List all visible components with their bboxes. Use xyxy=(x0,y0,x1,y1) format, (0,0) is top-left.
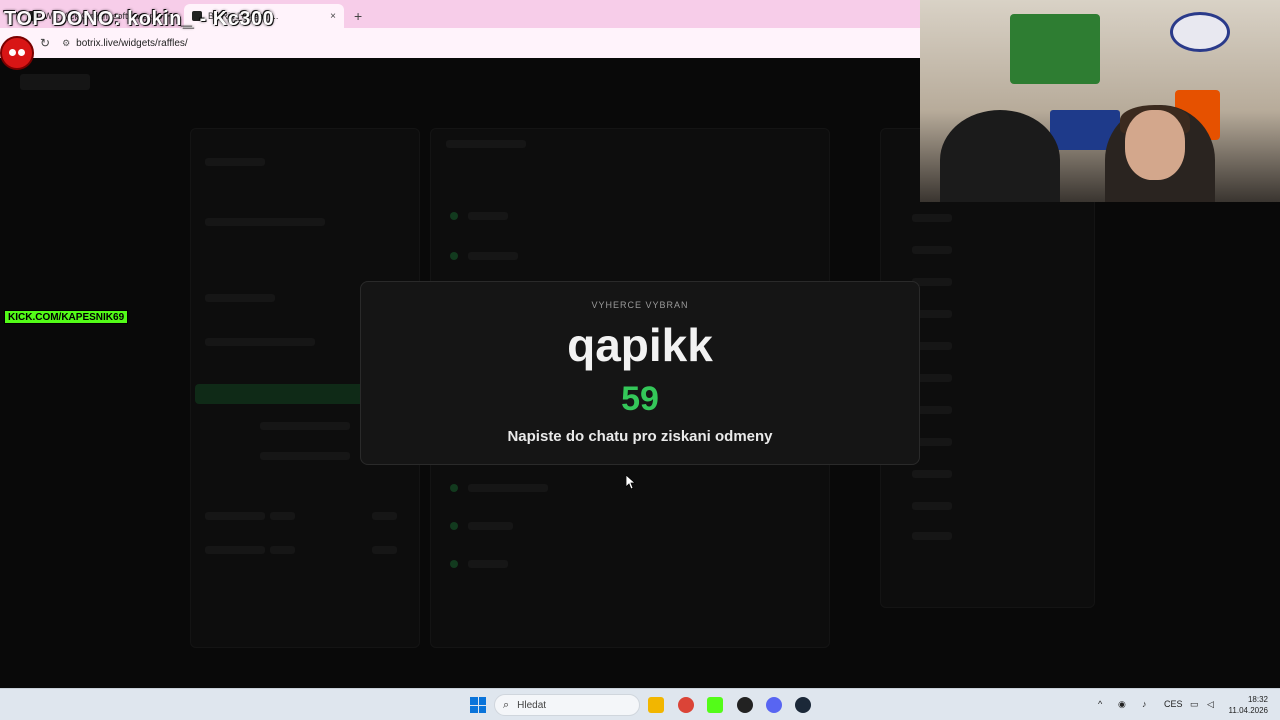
taskbar-clock[interactable]: 18:32 11.04.2026 xyxy=(1229,694,1268,716)
new-tab-button[interactable]: + xyxy=(354,4,362,28)
bg-dot xyxy=(450,560,458,568)
chrome-icon[interactable] xyxy=(678,697,694,713)
bg-row xyxy=(205,546,265,554)
start-raffle-button xyxy=(195,384,365,404)
bg-row xyxy=(372,512,397,520)
webcam-person xyxy=(940,110,1060,202)
bg-row xyxy=(205,338,315,346)
webcam-shelf xyxy=(1010,14,1100,84)
tray-chevron-icon[interactable]: ^ xyxy=(1098,699,1102,709)
bg-row xyxy=(912,532,952,540)
start-menu-icon[interactable] xyxy=(470,697,486,713)
windows-taskbar: ⌕ Hledat ^ ◉ ♪ CES ▭ ◁ 18:32 11.04.2026 xyxy=(0,688,1280,720)
mouse-cursor-icon xyxy=(626,475,636,489)
tray-volume-icon[interactable]: ◁ xyxy=(1207,699,1214,710)
bg-dot xyxy=(450,252,458,260)
bg-row xyxy=(912,246,952,254)
tray-display-icon[interactable]: ▭ xyxy=(1190,699,1199,710)
search-placeholder: Hledat xyxy=(517,699,547,711)
kick-app-icon[interactable] xyxy=(707,697,723,713)
botrix-logo xyxy=(20,74,90,90)
language-indicator[interactable]: CES xyxy=(1164,699,1183,709)
bg-row xyxy=(468,212,508,220)
clock-time: 18:32 xyxy=(1247,695,1268,704)
bg-row xyxy=(205,218,325,226)
bg-row xyxy=(912,214,952,222)
webcam-feed xyxy=(920,0,1280,202)
webcam-basketball-hoop xyxy=(1170,12,1230,52)
kick-channel-label: KICK.COM/KAPESNIK69 xyxy=(4,310,129,324)
url-text[interactable]: botrix.live/widgets/raffles/ xyxy=(76,38,188,49)
webcam-person-head xyxy=(1125,110,1185,180)
clock-date: 11.04.2026 xyxy=(1228,706,1268,715)
search-icon: ⌕ xyxy=(503,698,510,711)
bg-row xyxy=(468,252,518,260)
discord-icon[interactable] xyxy=(766,697,782,713)
reload-icon[interactable]: ↻ xyxy=(40,36,50,50)
address-bar: ↻ ⚙ botrix.live/widgets/raffles/ xyxy=(0,28,920,58)
streamer-avatar-icon xyxy=(0,36,34,70)
bg-dot xyxy=(450,522,458,530)
winner-username: qapikk xyxy=(567,319,713,371)
bg-row xyxy=(270,512,295,520)
bg-row xyxy=(446,140,526,148)
bg-row xyxy=(912,470,952,478)
bg-row xyxy=(270,546,295,554)
raffle-winner-modal: VYHERCE VYBRAN qapikk 59 Napiste do chat… xyxy=(360,281,920,465)
bg-row xyxy=(205,158,265,166)
bg-row xyxy=(912,502,952,510)
bg-row xyxy=(468,484,548,492)
site-info-icon[interactable]: ⚙ xyxy=(62,38,70,49)
bg-row xyxy=(372,546,397,554)
winner-countdown: 59 xyxy=(621,380,659,418)
obs-icon[interactable] xyxy=(737,697,753,713)
tray-mic-icon[interactable]: ♪ xyxy=(1142,699,1147,709)
tray-network-icon[interactable]: ◉ xyxy=(1118,699,1126,710)
bg-row xyxy=(205,294,275,302)
screen: W... Kick Stream software pro × BotRix |… xyxy=(0,0,1280,720)
bg-dot xyxy=(450,212,458,220)
bg-row xyxy=(205,512,265,520)
bg-row xyxy=(260,422,350,430)
bg-row xyxy=(468,560,508,568)
bg-row xyxy=(260,452,350,460)
taskbar-search[interactable]: ⌕ Hledat xyxy=(494,694,640,716)
steam-icon[interactable] xyxy=(795,697,811,713)
file-explorer-icon[interactable] xyxy=(648,697,664,713)
tab-close-icon[interactable]: × xyxy=(330,11,336,22)
bg-row xyxy=(468,522,513,530)
bg-dot xyxy=(450,484,458,492)
top-donation-overlay: TOP DONO: kokin_ - Kc300 xyxy=(4,8,275,30)
winner-instruction: Napiste do chatu pro ziskani odmeny xyxy=(507,428,773,445)
winner-heading: VYHERCE VYBRAN xyxy=(591,300,689,310)
